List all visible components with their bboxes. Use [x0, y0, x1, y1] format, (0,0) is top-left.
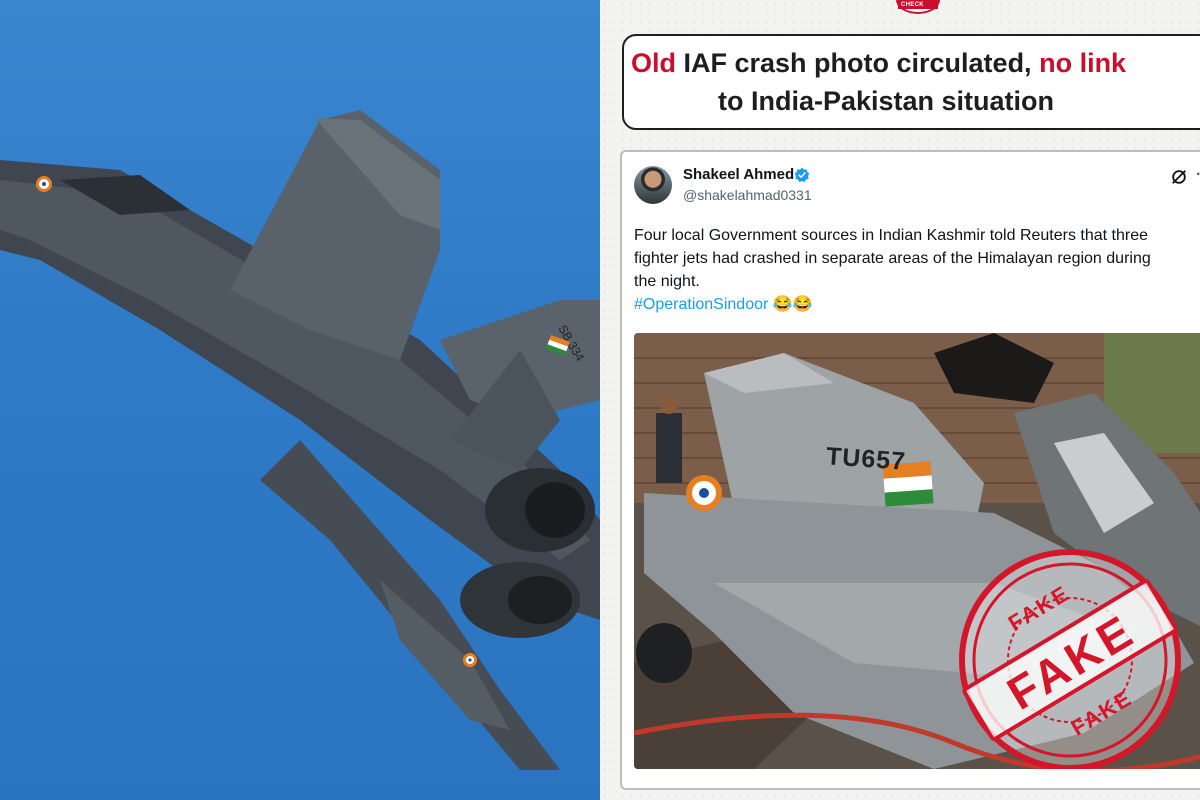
tweet-text-line-3: the night.: [634, 273, 700, 290]
tweet-media-image[interactable]: TU657 FAKE FAKE FAKE: [634, 333, 1200, 769]
logo-tag: FACT CHECK: [898, 0, 938, 9]
fact-check-logo: FACT CHECK: [896, 0, 940, 14]
fighter-jet-photo: SB 334: [0, 0, 600, 800]
headline-line-2: to India-Pakistan situation: [718, 86, 1055, 116]
tweet-text-line-2: fighter jets had crashed in separate are…: [634, 250, 1151, 267]
tail-number: TU657: [825, 442, 907, 476]
tweet-hashtag-line: #OperationSindoor 😂😂: [634, 293, 1200, 316]
tweet-text-line-1: Four local Government sources in Indian …: [634, 227, 1149, 244]
fact-check-panel: FACT CHECK Old IAF crash photo circulate…: [600, 0, 1200, 800]
emoji: 😂😂: [772, 296, 813, 313]
grok-icon[interactable]: [1170, 168, 1188, 186]
hashtag-link[interactable]: #OperationSindoor: [634, 296, 768, 313]
display-name[interactable]: Shakeel Ahmed: [683, 166, 794, 183]
more-options-icon[interactable]: ·: [1196, 166, 1200, 184]
avatar[interactable]: [634, 166, 672, 204]
tweet-text: Four local Government sources in Indian …: [634, 224, 1200, 316]
headline-line-1: Old IAF crash photo circulated, no link: [630, 44, 1200, 82]
headline-box: Old IAF crash photo circulated, no link …: [622, 34, 1200, 130]
headline-middle: IAF crash photo circulated,: [676, 48, 1040, 78]
tweet-card: Shakeel Ahmed @shakelahmad0331 · Four lo…: [620, 150, 1200, 790]
handle[interactable]: @shakelahmad0331: [683, 187, 812, 203]
headline-old: Old: [631, 48, 676, 78]
headline-no-link: no link: [1039, 48, 1127, 78]
fighter-jet-illustration: SB 334: [0, 110, 600, 770]
verified-badge-icon: [794, 167, 810, 182]
